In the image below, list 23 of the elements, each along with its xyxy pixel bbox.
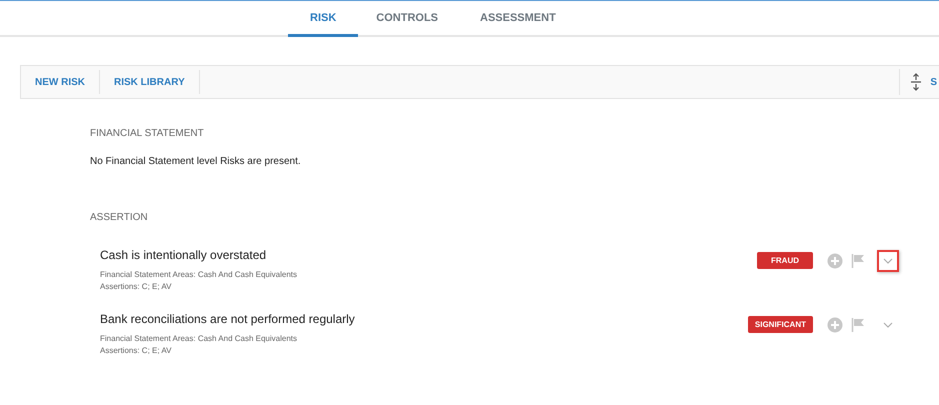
toolbar-label[interactable]: S bbox=[930, 76, 937, 88]
risk-areas: Financial Statement Areas: Cash And Cash Equivalents bbox=[100, 269, 757, 281]
chevron-icon[interactable] bbox=[877, 250, 899, 272]
risk-title[interactable]: Cash is intentionally overstated bbox=[100, 248, 757, 262]
risk-assertions: Assertions: C; E; AV bbox=[100, 281, 172, 293]
section-heading: FINANCIAL STATEMENT bbox=[90, 128, 205, 139]
tab[interactable]: RISK bbox=[288, 1, 358, 37]
tab[interactable]: ASSESSMENT bbox=[462, 1, 574, 37]
empty-message: No Financial Statement level Risks are present. bbox=[90, 156, 302, 167]
toolbar-button[interactable]: RISK LIBRARY bbox=[100, 70, 200, 94]
risk-assertions: Assertions: C; E; AV bbox=[100, 345, 172, 357]
risk-badge: SIGNIFICANT bbox=[748, 316, 813, 333]
risk-areas: Financial Statement Areas: Cash And Cash Equivalents bbox=[100, 333, 748, 345]
toolbar-button[interactable]: NEW RISK bbox=[21, 70, 100, 94]
risk-title[interactable]: Bank reconciliations are not performed regularly bbox=[100, 312, 748, 326]
flag-icon[interactable] bbox=[851, 318, 865, 332]
add-icon[interactable] bbox=[827, 316, 843, 332]
expand-collapse-icon[interactable] bbox=[899, 69, 922, 95]
add-icon[interactable] bbox=[827, 252, 843, 268]
tab[interactable]: CONTROLS bbox=[358, 1, 456, 37]
section-heading: ASSERTION bbox=[90, 212, 149, 223]
risk-badge: FRAUD bbox=[757, 252, 813, 269]
flag-icon[interactable] bbox=[851, 254, 865, 268]
